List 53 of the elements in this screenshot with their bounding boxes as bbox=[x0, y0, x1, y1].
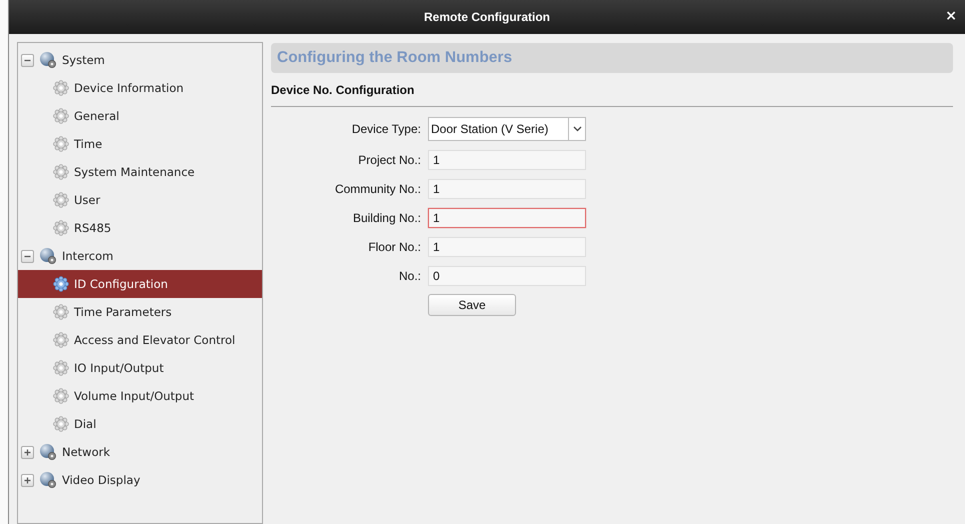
gear-icon bbox=[53, 136, 69, 152]
input-field[interactable]: 1 bbox=[428, 237, 586, 257]
tree-item[interactable]: IO Input/Output bbox=[18, 354, 262, 382]
collapse-icon[interactable] bbox=[21, 54, 34, 66]
gear-icon bbox=[53, 220, 69, 236]
tree-item[interactable]: RS485 bbox=[18, 214, 262, 242]
field-label: Floor No.: bbox=[368, 240, 421, 254]
tree-item[interactable]: Dial bbox=[18, 410, 262, 438]
input-field[interactable]: 0 bbox=[428, 266, 586, 286]
input-field[interactable]: 1 bbox=[428, 150, 586, 170]
panel-title: Configuring the Room Numbers bbox=[277, 49, 512, 67]
section-title: Device No. Configuration bbox=[271, 83, 414, 97]
input-field[interactable]: 1 bbox=[428, 208, 586, 228]
tree-item[interactable]: Time bbox=[18, 130, 262, 158]
tree-item[interactable]: Device Information bbox=[18, 74, 262, 102]
globe-gear-icon bbox=[39, 471, 57, 489]
device-type-dropdown[interactable]: Door Station (V Serie) bbox=[428, 117, 586, 141]
collapse-icon[interactable] bbox=[21, 250, 34, 262]
globe-gear-icon bbox=[39, 51, 57, 69]
field-label: Building No.: bbox=[352, 211, 421, 225]
tree-item[interactable]: Time Parameters bbox=[18, 298, 262, 326]
expand-icon[interactable] bbox=[21, 474, 34, 486]
globe-gear-icon bbox=[39, 443, 57, 461]
tree-item[interactable]: General bbox=[18, 102, 262, 130]
field-label: Device Type: bbox=[352, 122, 421, 136]
gear-icon bbox=[53, 388, 69, 404]
save-button[interactable]: Save bbox=[428, 294, 516, 316]
gear-icon bbox=[53, 164, 69, 180]
tree-item[interactable]: ID Configuration bbox=[18, 270, 262, 298]
field-label: No.: bbox=[398, 269, 421, 283]
tree-item[interactable]: Access and Elevator Control bbox=[18, 326, 262, 354]
tree-node[interactable]: System bbox=[18, 46, 262, 74]
gear-icon bbox=[53, 192, 69, 208]
tree-node[interactable]: Intercom bbox=[18, 242, 262, 270]
gear-icon bbox=[53, 332, 69, 348]
field-label: Project No.: bbox=[358, 153, 421, 167]
field-label: Community No.: bbox=[334, 182, 421, 196]
gear-icon bbox=[53, 304, 69, 320]
tree-node[interactable]: Network bbox=[18, 438, 262, 466]
tree-item[interactable]: Volume Input/Output bbox=[18, 382, 262, 410]
gear-icon bbox=[53, 360, 69, 376]
tree-node[interactable]: Video Display bbox=[18, 466, 262, 494]
gear-icon bbox=[53, 80, 69, 96]
input-field[interactable]: 1 bbox=[428, 179, 586, 199]
close-button[interactable]: × bbox=[945, 9, 957, 23]
tree-item[interactable]: User bbox=[18, 186, 262, 214]
expand-icon[interactable] bbox=[21, 446, 34, 458]
gear-icon bbox=[53, 108, 69, 124]
tree-item[interactable]: System Maintenance bbox=[18, 158, 262, 186]
window-title: Remote Configuration bbox=[424, 10, 550, 24]
globe-gear-icon bbox=[39, 247, 57, 265]
gear-icon bbox=[53, 276, 69, 292]
gear-icon bbox=[53, 416, 69, 432]
